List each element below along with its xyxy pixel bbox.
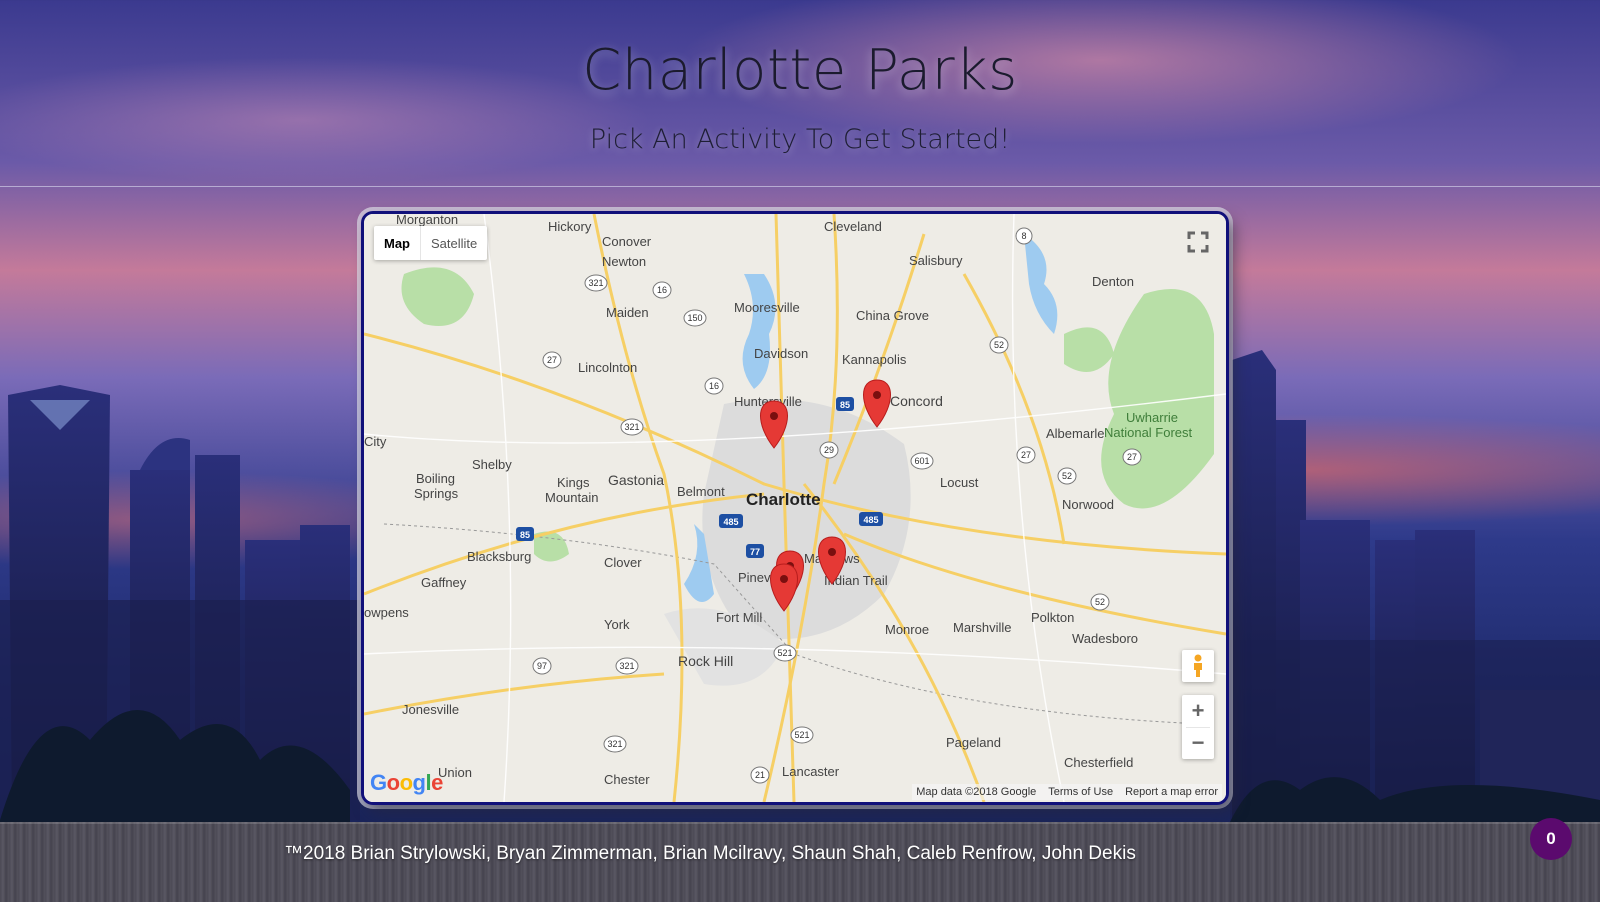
svg-text:Blacksburg: Blacksburg (467, 549, 531, 564)
svg-text:Monroe: Monroe (885, 622, 929, 637)
map-type-control: Map Satellite (374, 226, 488, 260)
svg-text:Union: Union (438, 765, 472, 780)
page-subtitle: Pick An Activity To Get Started! (589, 124, 1011, 155)
map-canvas[interactable]: 85 485 485 77 85 321 16 150 27 16 321 29… (364, 214, 1226, 802)
svg-text:Gastonia: Gastonia (608, 472, 664, 488)
zoom-out-button[interactable]: − (1182, 727, 1214, 759)
svg-text:321: 321 (588, 278, 603, 288)
svg-text:Hickory: Hickory (548, 219, 592, 234)
svg-text:97: 97 (537, 661, 547, 671)
svg-text:York: York (604, 617, 630, 632)
svg-text:16: 16 (709, 381, 719, 391)
svg-text:29: 29 (824, 445, 834, 455)
svg-text:Maiden: Maiden (606, 305, 649, 320)
street-view-button[interactable] (1182, 650, 1214, 682)
svg-text:27: 27 (1127, 452, 1137, 462)
svg-text:Chester: Chester (604, 772, 650, 787)
zoom-in-button[interactable]: + (1182, 695, 1214, 727)
svg-text:Wadesboro: Wadesboro (1072, 631, 1138, 646)
svg-text:Rock Hill: Rock Hill (678, 653, 733, 669)
count-badge[interactable]: 0 (1530, 818, 1572, 860)
svg-text:Newton: Newton (602, 254, 646, 269)
svg-text:Lincolnton: Lincolnton (578, 360, 637, 375)
svg-text:52: 52 (994, 340, 1004, 350)
footer: ™2018 Brian Strylowski, Bryan Zimmerman,… (0, 822, 1600, 902)
svg-text:Belmont: Belmont (677, 484, 725, 499)
svg-text:Kings: Kings (557, 475, 590, 490)
svg-text:321: 321 (619, 661, 634, 671)
svg-text:China Grove: China Grove (856, 308, 929, 323)
svg-text:Norwood: Norwood (1062, 497, 1114, 512)
terms-of-use-link[interactable]: Terms of Use (1048, 786, 1113, 798)
svg-text:Salisbury: Salisbury (909, 253, 963, 268)
svg-text:Shelby: Shelby (472, 457, 512, 472)
svg-text:Davidson: Davidson (754, 346, 808, 361)
svg-text:Mountain: Mountain (545, 490, 598, 505)
svg-text:150: 150 (687, 313, 702, 323)
svg-text:485: 485 (723, 517, 738, 527)
svg-text:National Forest: National Forest (1104, 425, 1193, 440)
zoom-control: + − (1182, 695, 1214, 759)
svg-text:16: 16 (657, 285, 667, 295)
svg-text:Fort Mill: Fort Mill (716, 610, 762, 625)
fullscreen-icon (1187, 231, 1209, 253)
svg-text:8: 8 (1021, 231, 1026, 241)
svg-text:Concord: Concord (890, 393, 943, 409)
svg-text:Locust: Locust (940, 475, 979, 490)
svg-text:521: 521 (777, 648, 792, 658)
svg-text:Marshville: Marshville (953, 620, 1012, 635)
svg-text:52: 52 (1062, 471, 1072, 481)
svg-text:85: 85 (840, 400, 850, 410)
map-view-button[interactable]: Map (374, 226, 421, 260)
svg-text:Jonesville: Jonesville (402, 702, 459, 717)
svg-text:Uwharrie: Uwharrie (1126, 410, 1178, 425)
satellite-view-button[interactable]: Satellite (421, 226, 487, 260)
svg-text:Charlotte: Charlotte (746, 490, 821, 509)
svg-text:601: 601 (914, 456, 929, 466)
svg-text:Pageland: Pageland (946, 735, 1001, 750)
svg-text:Albemarle: Albemarle (1046, 426, 1105, 441)
svg-text:Boiling: Boiling (416, 471, 455, 486)
svg-text:321: 321 (607, 739, 622, 749)
svg-text:Cleveland: Cleveland (824, 219, 882, 234)
svg-text:321: 321 (624, 422, 639, 432)
footer-credits: ™2018 Brian Strylowski, Bryan Zimmerman,… (284, 843, 1136, 864)
svg-text:21: 21 (755, 770, 765, 780)
map-attribution: Map data ©2018 Google Terms of Use Repor… (912, 784, 1222, 800)
map-data-credit: Map data ©2018 Google (916, 786, 1037, 798)
google-logo[interactable]: Google (370, 770, 443, 796)
svg-text:Mooresville: Mooresville (734, 300, 800, 315)
svg-text:owpens: owpens (364, 605, 409, 620)
svg-text:52: 52 (1095, 597, 1105, 607)
svg-text:27: 27 (547, 355, 557, 365)
svg-text:Chesterfield: Chesterfield (1064, 755, 1133, 770)
svg-text:Polkton: Polkton (1031, 610, 1074, 625)
street-view-pegman-icon (1194, 654, 1202, 677)
svg-text:Conover: Conover (602, 234, 652, 249)
svg-text:Denton: Denton (1092, 274, 1134, 289)
svg-text:77: 77 (750, 547, 760, 557)
svg-text:27: 27 (1021, 450, 1031, 460)
svg-text:Springs: Springs (414, 486, 459, 501)
svg-text:Clover: Clover (604, 555, 642, 570)
report-map-error-link[interactable]: Report a map error (1125, 786, 1218, 798)
svg-text:Lancaster: Lancaster (782, 764, 840, 779)
svg-text:85: 85 (520, 530, 530, 540)
header: Charlotte Parks Pick An Activity To Get … (0, 0, 1600, 187)
svg-text:City: City (364, 434, 387, 449)
svg-text:485: 485 (863, 515, 878, 525)
page-title: Charlotte Parks (582, 38, 1018, 103)
park-map[interactable]: 85 485 485 77 85 321 16 150 27 16 321 29… (361, 211, 1229, 805)
svg-text:Gaffney: Gaffney (421, 575, 467, 590)
svg-text:521: 521 (794, 730, 809, 740)
fullscreen-button[interactable] (1182, 226, 1214, 258)
svg-text:Kannapolis: Kannapolis (842, 352, 907, 367)
